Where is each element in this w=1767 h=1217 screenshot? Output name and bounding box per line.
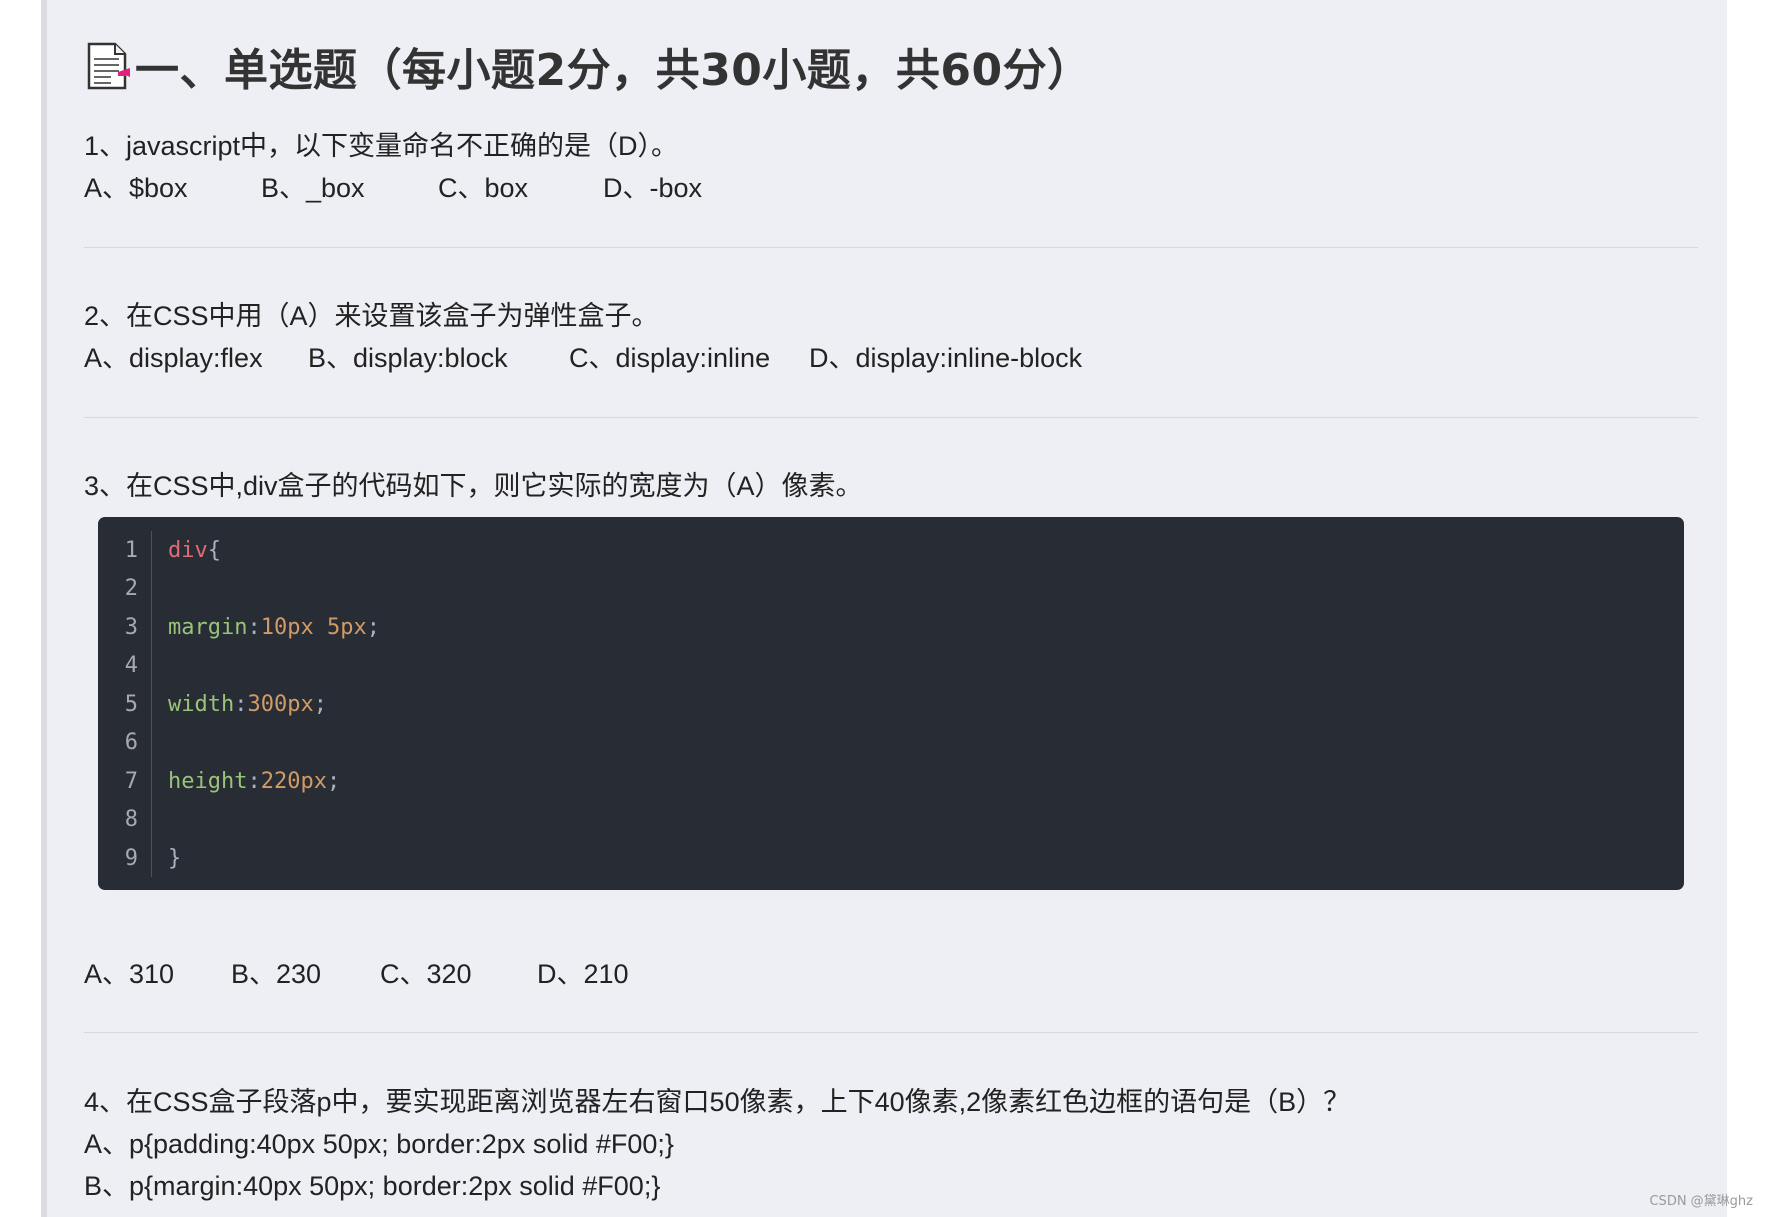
code-line: 1 div{ [98,533,1684,569]
divider [84,1032,1698,1033]
code-property: margin [168,615,248,640]
line-number: 5 [124,692,138,717]
code-punctuation: : [247,769,261,794]
code-line: 9 } [98,841,1684,877]
code-line: 3 margin:10px 5px; [98,610,1684,646]
cropped-previous-line [90,0,1190,6]
line-number: 9 [124,846,138,871]
question-4-option-b: B、p{margin:40px 50px; border:2px solid #… [84,1171,661,1201]
code-value: 300px [247,692,314,717]
line-number: 8 [124,807,138,832]
question-4-option-a: A、p{padding:40px 50px; border:2px solid … [84,1129,674,1159]
question-3-option-a: A、310 [84,959,175,989]
code-line: 8 [98,802,1684,838]
code-value: 10px 5px [260,615,367,640]
question-3-option-c: C、320 [380,959,472,989]
question-2-option-d: D、display:inline-block [809,343,1083,373]
code-property: width [168,692,235,717]
question-3-option-b: B、230 [231,959,322,989]
line-number: 2 [124,576,138,601]
question-1-stem: 1、javascript中，以下变量命名不正确的是（D）。 [84,131,679,161]
code-punctuation: ; [326,769,341,794]
code-line: 4 [98,648,1684,684]
line-number: 3 [124,615,138,640]
section-heading: 一、单选题（每小题2分，共30小题，共60分） [85,38,1092,96]
question-1-option-c: C、box [438,173,529,203]
code-punctuation: } [168,846,182,871]
code-punctuation: ; [366,615,380,640]
code-line: 6 [98,725,1684,761]
document-note-icon [85,41,131,91]
code-line: 2 [98,571,1684,607]
line-number: 6 [124,730,138,755]
page-right-margin [1727,0,1767,1217]
code-value: 220px [260,769,327,794]
code-punctuation: { [207,538,221,563]
code-punctuation: ; [313,692,327,717]
line-number: 7 [124,769,138,794]
code-line: 5 width:300px; [98,687,1684,723]
question-3-stem: 3、在CSS中,div盒子的代码如下，则它实际的宽度为（A）像素。 [84,471,863,501]
code-block[interactable]: 1 div{ 2 3 margin:10px 5px; 4 5 width:30… [98,517,1684,890]
page-left-margin [0,0,41,1217]
divider [84,417,1698,418]
section-title: 一、单选题（每小题2分，共30小题，共60分） [135,45,1092,96]
question-3-option-d: D、210 [537,959,629,989]
code-punctuation: : [234,692,248,717]
question-2-option-c: C、display:inline [569,343,771,373]
question-1-option-d: D、-box [603,173,703,203]
question-4-stem: 4、在CSS盒子段落p中，要实现距离浏览器左右窗口50像素，上下40像素,2像素… [84,1087,1351,1117]
code-property: height [168,769,248,794]
question-2-stem: 2、在CSS中用（A）来设置该盒子为弹性盒子。 [84,301,659,331]
code-punctuation: : [247,615,261,640]
watermark: CSDN @黛琳ghz [1649,1194,1753,1209]
line-number: 4 [124,653,138,678]
line-number: 1 [124,538,138,563]
question-1-option-b: B、_box [261,173,365,203]
question-1-option-a: A、$box [84,173,188,203]
question-2-option-b: B、display:block [308,343,508,373]
code-line: 7 height:220px; [98,764,1684,800]
code-selector: div [168,538,208,563]
divider [84,247,1698,248]
question-2-option-a: A、display:flex [84,343,263,373]
